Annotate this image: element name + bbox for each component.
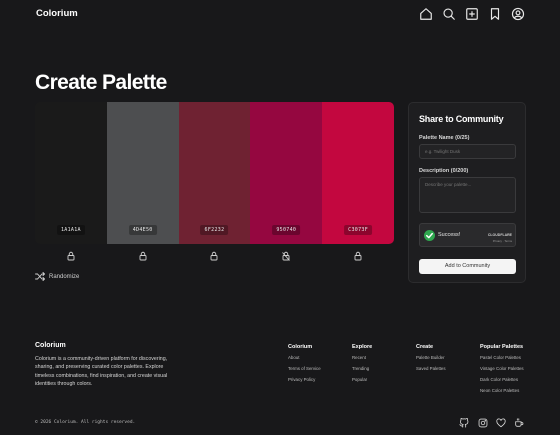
brand-logo[interactable]: Colorium xyxy=(36,8,78,19)
footer-column-title: Popular Palettes xyxy=(480,344,524,350)
footer-link-neon[interactable]: Neon Color Palettes xyxy=(480,388,524,393)
hex-code-label[interactable]: 6F2232 xyxy=(200,225,229,235)
footer-link-saved-palettes[interactable]: Saved Palettes xyxy=(416,366,446,371)
unlock-icon[interactable] xyxy=(282,251,291,261)
color-swatch[interactable]: 1A1A1A xyxy=(35,102,107,244)
footer-link-terms[interactable]: Terms of Service xyxy=(288,366,321,371)
color-swatch[interactable]: 950740 xyxy=(250,102,323,244)
footer-column-title: Create xyxy=(416,344,434,350)
captcha-links[interactable]: Privacy · Terms xyxy=(493,239,512,243)
lock-icon[interactable] xyxy=(354,251,362,261)
captcha-status: Success! xyxy=(438,232,461,238)
hex-code-label[interactable]: C3073F xyxy=(344,225,373,235)
randomize-label: Randomize xyxy=(49,273,80,280)
search-icon[interactable] xyxy=(442,7,456,21)
hex-code-label[interactable]: 950740 xyxy=(272,225,301,235)
lock-row xyxy=(35,251,394,261)
copyright: © 2026 Colorium. All rights reserved. xyxy=(35,420,136,425)
bookmark-icon[interactable] xyxy=(488,7,502,21)
instagram-icon[interactable] xyxy=(478,418,488,428)
footer-link-popular[interactable]: Popular xyxy=(352,377,372,382)
share-title: Share to Community xyxy=(419,114,504,124)
page-title: Create Palette xyxy=(35,71,167,94)
footer-column-title: Colorium xyxy=(288,344,313,350)
hex-code-label[interactable]: 4D4E50 xyxy=(128,225,157,235)
palette-name-input[interactable] xyxy=(419,144,516,159)
description-input[interactable] xyxy=(419,177,516,213)
hex-code-label[interactable]: 1A1A1A xyxy=(56,225,85,235)
coffee-icon[interactable] xyxy=(514,418,524,428)
github-icon[interactable] xyxy=(459,418,469,428)
add-icon[interactable] xyxy=(465,7,479,21)
footer-column-popular-palettes: Popular Palettes Pastel Color Palettes V… xyxy=(480,344,524,399)
lock-icon[interactable] xyxy=(139,251,147,261)
color-swatch[interactable]: C3073F xyxy=(322,102,394,244)
lock-icon[interactable] xyxy=(67,251,75,261)
footer-link-about[interactable]: About xyxy=(288,355,321,360)
footer-link-dark[interactable]: Dark Color Palettes xyxy=(480,377,524,382)
palette-preview: 1A1A1A 4D4E50 6F2232 950740 C3073F xyxy=(35,102,394,244)
share-panel: Share to Community Palette Name (0/25) D… xyxy=(408,102,526,283)
captcha-widget[interactable]: Success! CLOUDFLARE Privacy · Terms xyxy=(419,223,516,247)
captcha-brand: CLOUDFLARE xyxy=(487,233,512,237)
palette-name-label: Palette Name (0/25) xyxy=(419,135,470,141)
heart-icon[interactable] xyxy=(496,418,506,428)
footer-link-pastel[interactable]: Pastel Color Palettes xyxy=(480,355,524,360)
home-icon[interactable] xyxy=(419,7,433,21)
checkmark-icon xyxy=(424,230,435,241)
top-bar: Colorium xyxy=(0,0,560,28)
add-to-community-button[interactable]: Add to Community xyxy=(419,259,516,274)
footer-link-vintage[interactable]: Vintage Color Palettes xyxy=(480,366,524,371)
footer-column-explore: Explore Recent Trending Popular xyxy=(352,344,372,388)
description-label: Description (0/200) xyxy=(419,168,469,174)
color-swatch[interactable]: 6F2232 xyxy=(178,102,251,244)
footer-link-palette-builder[interactable]: Palette Builder xyxy=(416,355,446,360)
lock-icon[interactable] xyxy=(210,251,218,261)
footer-column-title: Explore xyxy=(352,344,373,350)
color-swatch[interactable]: 4D4E50 xyxy=(106,102,179,244)
footer-column-create: Create Palette Builder Saved Palettes xyxy=(416,344,446,377)
randomize-button[interactable]: Randomize xyxy=(35,272,79,281)
footer-description: Colorium is a community-driven platform … xyxy=(35,356,168,387)
footer-column-colorium: Colorium About Terms of Service Privacy … xyxy=(288,344,321,388)
footer-link-trending[interactable]: Trending xyxy=(352,366,372,371)
account-icon[interactable] xyxy=(511,7,525,21)
footer-brand: Colorium xyxy=(35,342,66,349)
footer-link-privacy[interactable]: Privacy Policy xyxy=(288,377,321,382)
footer-link-recent[interactable]: Recent xyxy=(352,355,372,360)
shuffle-icon xyxy=(35,272,45,281)
